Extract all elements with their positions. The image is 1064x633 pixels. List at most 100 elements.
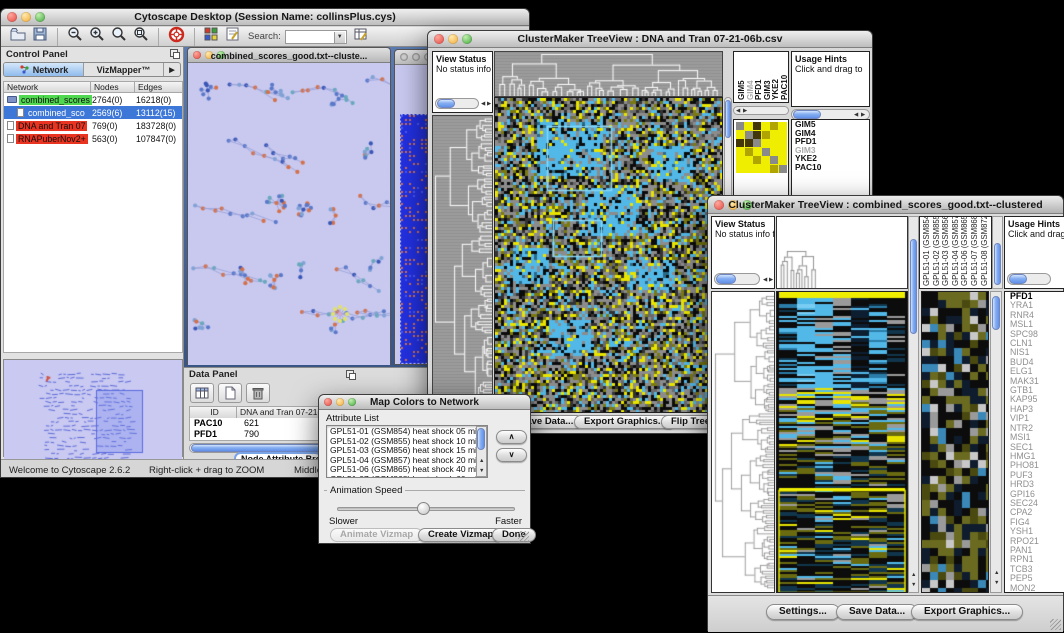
matrix-cell[interactable] (753, 139, 761, 147)
tv2-main-vscrollbar[interactable]: ▲ ▼ (908, 216, 919, 593)
column-label[interactable]: GIM5 (737, 80, 746, 100)
scrollbar-thumb[interactable] (477, 428, 485, 450)
scrollbar-thumb[interactable] (1009, 274, 1027, 284)
matrix-cell[interactable] (745, 148, 753, 156)
hints-hscrollbar[interactable] (1007, 273, 1051, 285)
scroll-left-arrow[interactable]: ◀ (481, 101, 485, 107)
help-lifering-icon[interactable] (168, 26, 185, 48)
column-label[interactable]: PAC10 (780, 75, 789, 100)
column-label[interactable]: GPL51-08 (GSM872) (980, 216, 989, 286)
resize-grip[interactable] (1050, 619, 1061, 630)
similarity-matrix[interactable] (736, 122, 787, 173)
tv2-zoom-heatmap[interactable] (921, 291, 989, 593)
tv1-heatmap[interactable] (494, 97, 723, 413)
gene-label[interactable]: MON2 (1005, 584, 1064, 593)
scroll-up-arrow[interactable]: ▲ (479, 458, 484, 464)
tv2-col-dendrogram[interactable] (776, 216, 908, 289)
table-edit-icon[interactable] (353, 26, 369, 47)
zoom-heatmap-canvas[interactable] (922, 292, 988, 592)
scroll-left-arrow[interactable]: ◀ (736, 108, 740, 114)
scrollbar-thumb[interactable] (793, 110, 821, 119)
heatmap-canvas[interactable] (495, 98, 722, 412)
col-dendrogram-canvas[interactable] (495, 52, 722, 96)
network-list-row[interactable]: DNA and Tran 07769(0)183728(0) (4, 119, 182, 132)
tv1-global-hscrollbar[interactable]: ◀ ▶ (733, 106, 789, 115)
row-label[interactable]: PAC10 (792, 163, 869, 172)
tv1-col-dendrogram[interactable] (494, 51, 723, 97)
network-view-window-1[interactable]: combined_scores_good.txt--cluste... (187, 47, 391, 365)
view-status-hscrollbar[interactable] (714, 273, 760, 285)
attribute-listbox[interactable]: GPL51-01 (GSM854) heat shock 05 minGPL51… (326, 425, 488, 478)
matrix-cell[interactable] (753, 122, 761, 130)
column-header-nodes[interactable]: Nodes (91, 81, 135, 93)
tv2-labels-vscrollbar[interactable] (992, 216, 1003, 289)
export-graphics-button[interactable]: Export Graphics... (911, 604, 1023, 620)
column-label[interactable]: GPL51-06 (GSM865) (960, 216, 969, 286)
tv2-heatmap[interactable] (776, 291, 908, 593)
tv1-row-dendrogram[interactable] (432, 115, 493, 413)
move-up-button[interactable]: ∧ (496, 430, 527, 444)
matrix-cell[interactable] (753, 131, 761, 139)
close-icon[interactable] (400, 53, 408, 61)
main-titlebar[interactable]: Cytoscape Desktop (Session Name: collins… (1, 9, 529, 26)
tab-more-button[interactable]: ▶ (164, 63, 180, 76)
scroll-up-arrow[interactable]: ▲ (911, 572, 916, 578)
row-dendrogram-canvas[interactable] (433, 116, 492, 412)
zoom-out-icon[interactable] (67, 26, 83, 47)
column-label[interactable]: GPL51-03 (GSM856) (941, 216, 950, 286)
save-data-button[interactable]: Save Data... (836, 604, 918, 620)
scrollbar-thumb[interactable] (437, 99, 455, 108)
tv2-titlebar[interactable]: ClusterMaker TreeView : combined_scores_… (708, 196, 1063, 214)
matrix-cell[interactable] (770, 165, 778, 173)
zoom-selected-icon[interactable] (133, 26, 149, 47)
column-header-edges[interactable]: Edges (135, 81, 183, 93)
tv1-titlebar[interactable]: ClusterMaker TreeView : DNA and Tran 07-… (428, 31, 872, 48)
view-status-hscrollbar[interactable] (435, 98, 479, 109)
dialog-titlebar[interactable]: Map Colors to Network (319, 395, 530, 410)
birdseye-canvas[interactable] (4, 360, 182, 468)
scroll-down-arrow[interactable]: ▼ (911, 582, 916, 588)
annotation-icon[interactable] (225, 26, 241, 47)
network1-titlebar[interactable]: combined_scores_good.txt--cluste... (188, 48, 390, 63)
heatmap-canvas[interactable] (777, 292, 907, 592)
tv2-zoom-vscrollbar[interactable]: ▲ ▼ (990, 291, 1002, 593)
float-panel-icon[interactable] (346, 370, 354, 378)
matrix-cell[interactable] (770, 156, 778, 164)
network-list-row[interactable]: combined_scores2764(0)16218(0) (4, 93, 182, 106)
save-icon[interactable] (32, 26, 48, 47)
network-graph-canvas[interactable] (188, 64, 390, 365)
scroll-right-arrow[interactable]: ▶ (487, 101, 491, 107)
zoom-in-icon[interactable] (89, 26, 105, 47)
column-label[interactable]: GPL51-02 (GSM855) (932, 216, 941, 286)
open-file-icon[interactable] (10, 26, 26, 47)
col-dendrogram-canvas[interactable] (777, 217, 907, 288)
scroll-left-arrow[interactable]: ◀ (854, 112, 858, 118)
scrollbar-thumb[interactable] (725, 100, 731, 138)
tab-network[interactable]: Network (4, 63, 84, 76)
column-label[interactable]: GPL51-01 (GSM854) (922, 216, 931, 286)
move-down-button[interactable]: ∨ (496, 448, 527, 462)
scroll-down-arrow[interactable]: ▼ (994, 580, 999, 586)
scrollbar-thumb[interactable] (716, 274, 736, 284)
row-dendrogram-canvas[interactable] (712, 292, 774, 592)
network-list-row[interactable]: RNAPuberNov2+563(0)107847(0) (4, 132, 182, 145)
zoom-fit-icon[interactable] (111, 26, 127, 47)
matrix-cell[interactable] (762, 148, 770, 156)
scroll-right-arrow[interactable]: ▶ (769, 277, 773, 283)
vizmapper-icon[interactable] (204, 27, 219, 47)
chevron-down-icon[interactable]: ▼ (334, 32, 345, 43)
network-list-row[interactable]: combined_sco2569(6)13112(15) (4, 106, 182, 119)
tv2-row-dendrogram[interactable] (711, 291, 775, 593)
matrix-cell[interactable] (736, 122, 744, 130)
column-label[interactable]: PFD1 (754, 80, 763, 100)
list-vscrollbar[interactable]: ▲ ▼ (476, 426, 487, 477)
scrollbar-thumb[interactable] (994, 243, 1001, 285)
float-panel-icon[interactable] (170, 49, 178, 57)
select-attributes-icon[interactable] (190, 383, 214, 403)
scroll-down-arrow[interactable]: ▼ (479, 468, 484, 474)
scroll-right-arrow[interactable]: ▶ (861, 112, 865, 118)
create-vizmap-button[interactable]: Create Vizmap (418, 528, 503, 542)
birdseye-view[interactable] (3, 359, 183, 457)
settings-button[interactable]: Settings... (766, 604, 840, 620)
tab-vizmapper[interactable]: VizMapper™ (84, 63, 164, 76)
